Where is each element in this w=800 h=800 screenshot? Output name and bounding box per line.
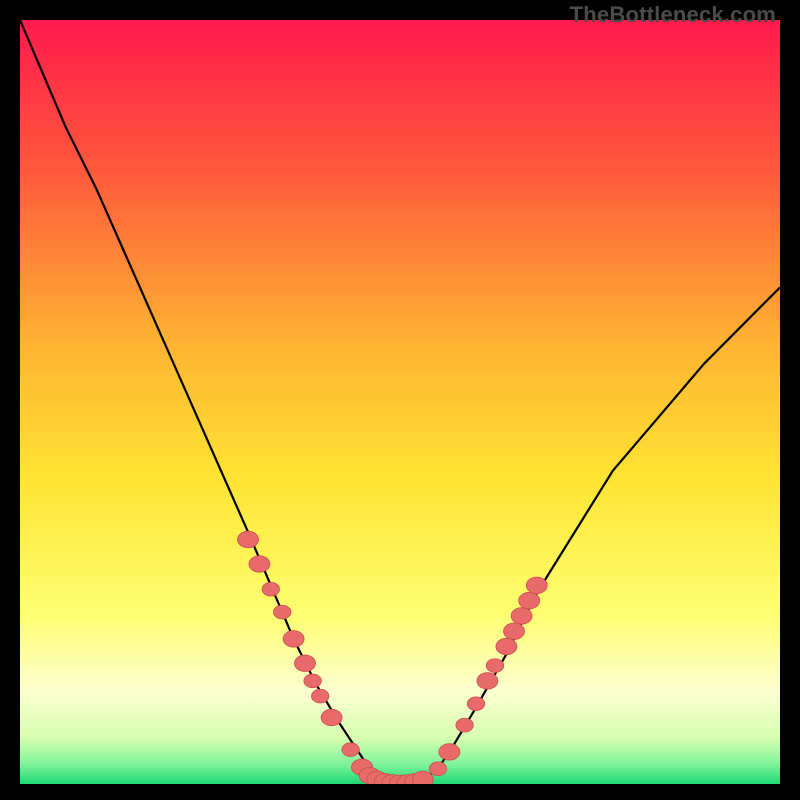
data-marker [504, 623, 525, 639]
data-marker [283, 631, 304, 647]
data-marker [262, 582, 279, 596]
data-marker [511, 608, 532, 624]
watermark-text: TheBottleneck.com [570, 2, 776, 28]
data-marker [496, 638, 517, 654]
data-marker [412, 771, 433, 784]
data-marker [273, 605, 290, 619]
data-marker [304, 674, 321, 688]
data-marker [519, 592, 540, 608]
data-marker [429, 762, 446, 776]
bottleneck-chart [20, 20, 780, 784]
data-marker [477, 673, 498, 689]
data-marker [467, 697, 484, 711]
data-marker [249, 556, 270, 572]
data-marker [342, 743, 359, 757]
data-marker [526, 577, 547, 593]
data-marker [321, 709, 342, 725]
chart-frame [20, 20, 780, 784]
data-marker [295, 655, 316, 671]
data-marker [311, 689, 328, 703]
data-marker [486, 659, 503, 673]
gradient-background [20, 20, 780, 784]
data-marker [439, 744, 460, 760]
data-marker [238, 531, 259, 547]
data-marker [456, 718, 473, 732]
